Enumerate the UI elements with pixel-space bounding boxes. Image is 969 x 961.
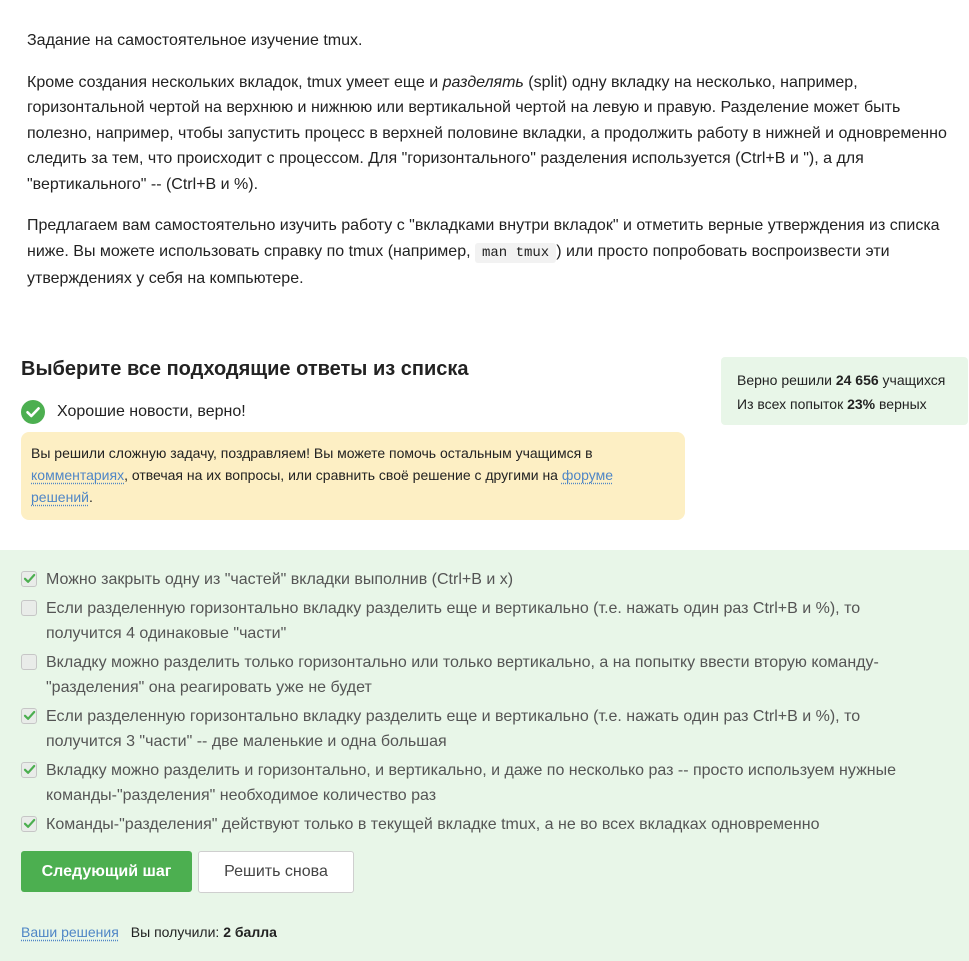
- checkmark-icon: [23, 710, 36, 720]
- answer-option[interactable]: Если разделенную горизонтально вкладку р…: [21, 596, 921, 647]
- verdict-text: Хорошие новости, верно!: [57, 403, 246, 420]
- checkbox-unchecked[interactable]: [21, 599, 37, 616]
- your-solutions-link[interactable]: Ваши решения: [21, 924, 119, 940]
- code-snippet: man tmux: [474, 242, 557, 263]
- answer-option[interactable]: Команды-"разделения" действуют только в …: [21, 812, 921, 838]
- next-step-button[interactable]: Следующий шаг: [21, 851, 192, 892]
- stats-attempts-pct: 23%: [847, 396, 876, 412]
- answers-section: Можно закрыть одну из "частей" вкладки в…: [0, 550, 969, 961]
- checkbox-checked[interactable]: [21, 761, 37, 778]
- stats-solved: Верно решили 24 656 учащихся: [737, 368, 968, 392]
- task-text: Кроме создания нескольких вкладок, tmux …: [27, 73, 443, 91]
- checkmark-icon: [23, 573, 36, 583]
- answer-option-text: Можно закрыть одну из "частей" вкладки в…: [46, 571, 514, 588]
- stats-label: Верно решили: [737, 372, 836, 388]
- verdict: Хорошие новости, верно!: [21, 400, 246, 424]
- notice-text: , отвечая на их вопросы, или сравнить св…: [124, 467, 562, 483]
- checkmark-icon: [23, 818, 36, 828]
- stats-panel: Верно решили 24 656 учащихся Из всех поп…: [721, 357, 968, 425]
- task-paragraph-split: Кроме создания нескольких вкладок, tmux …: [27, 70, 947, 198]
- checkmark-icon: [23, 764, 36, 774]
- answer-option-text: Вкладку можно разделить и горизонтально,…: [46, 761, 897, 805]
- answer-option[interactable]: Вкладку можно разделить и горизонтально,…: [21, 758, 921, 809]
- check-circle-icon: [21, 400, 45, 424]
- notice-text: .: [88, 489, 93, 505]
- checkbox-unchecked[interactable]: [21, 653, 37, 670]
- stats-attempts: Из всех попыток 23% верных: [737, 392, 968, 416]
- retry-button[interactable]: Решить снова: [198, 851, 354, 893]
- stats-label: учащихся: [878, 372, 946, 388]
- task-text: (split) одну вкладку на несколько, напри…: [27, 73, 947, 193]
- stats-label: Из всех попыток: [737, 396, 848, 412]
- comments-link[interactable]: комментариях: [31, 467, 124, 483]
- answer-option-text: Если разделенную горизонтально вкладку р…: [46, 599, 861, 643]
- task-emphasis: разделять: [442, 73, 524, 91]
- answer-option[interactable]: Вкладку можно разделить только горизонта…: [21, 650, 921, 701]
- task-title: Задание на самостоятельное изучение tmux…: [27, 32, 363, 49]
- answer-option[interactable]: Можно закрыть одну из "частей" вкладки в…: [21, 567, 921, 593]
- quiz-title: Выберите все подходящие ответы из списка: [21, 358, 469, 380]
- answer-options: Можно закрыть одну из "частей" вкладки в…: [21, 567, 921, 840]
- answer-option[interactable]: Если разделенную горизонтально вкладку р…: [21, 704, 921, 755]
- task-description: Задание на самостоятельное изучение tmux…: [27, 28, 947, 308]
- stats-label: верных: [875, 396, 927, 412]
- answer-option-text: Вкладку можно разделить только горизонта…: [46, 653, 879, 697]
- answer-option-text: Если разделенную горизонтально вкладку р…: [46, 707, 861, 751]
- notice-text: Вы решили сложную задачу, поздравляем! В…: [31, 445, 593, 461]
- score-value: 2 балла: [223, 924, 277, 940]
- checkbox-checked[interactable]: [21, 571, 37, 587]
- stats-solved-count: 24 656: [835, 372, 879, 388]
- checkbox-checked[interactable]: [21, 815, 37, 832]
- task-paragraph-instructions: Предлагаем вам самостоятельно изучить ра…: [27, 213, 947, 292]
- footer: Ваши решения Вы получили: 2 балла: [21, 924, 277, 940]
- checkbox-checked[interactable]: [21, 707, 37, 724]
- answer-option-text: Команды-"разделения" действуют только в …: [46, 815, 820, 833]
- congrats-notice: Вы решили сложную задачу, поздравляем! В…: [21, 432, 685, 520]
- score-label: Вы получили:: [130, 924, 224, 940]
